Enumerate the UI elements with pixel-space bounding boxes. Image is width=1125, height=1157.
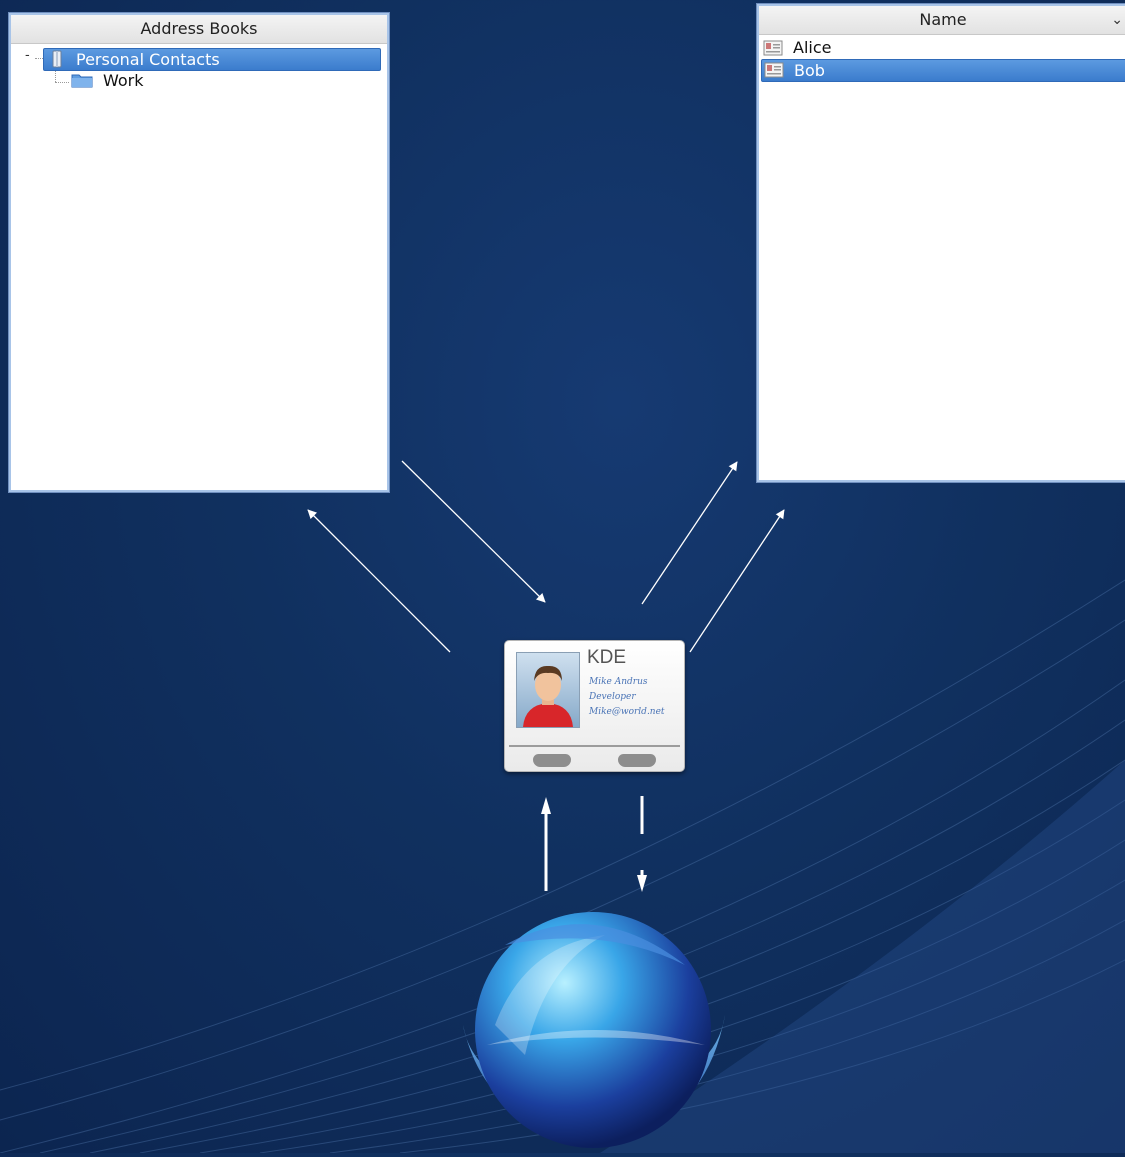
card-line-email: Mike@world.net bbox=[589, 707, 665, 717]
card-slot bbox=[618, 754, 656, 767]
card-divider bbox=[509, 745, 680, 747]
arrow-up-head bbox=[541, 797, 551, 814]
storage-sphere-icon bbox=[455, 905, 730, 1153]
person-avatar bbox=[516, 652, 580, 728]
card-line-name: Mike Andrus bbox=[589, 677, 648, 687]
card-slot bbox=[533, 754, 571, 767]
arrow-down-head bbox=[637, 875, 647, 892]
arrow-card-to-contacts-2 bbox=[689, 509, 785, 653]
contact-card-icon: KDE Mike Andrus Developer Mike@world.net bbox=[504, 640, 685, 772]
arrow-addressbooks-to-card bbox=[401, 460, 546, 603]
card-line-role: Developer bbox=[589, 692, 636, 702]
arrow-card-to-addressbooks bbox=[307, 509, 451, 653]
card-title: KDE bbox=[587, 647, 627, 668]
arrow-card-to-contacts-1 bbox=[641, 461, 738, 605]
